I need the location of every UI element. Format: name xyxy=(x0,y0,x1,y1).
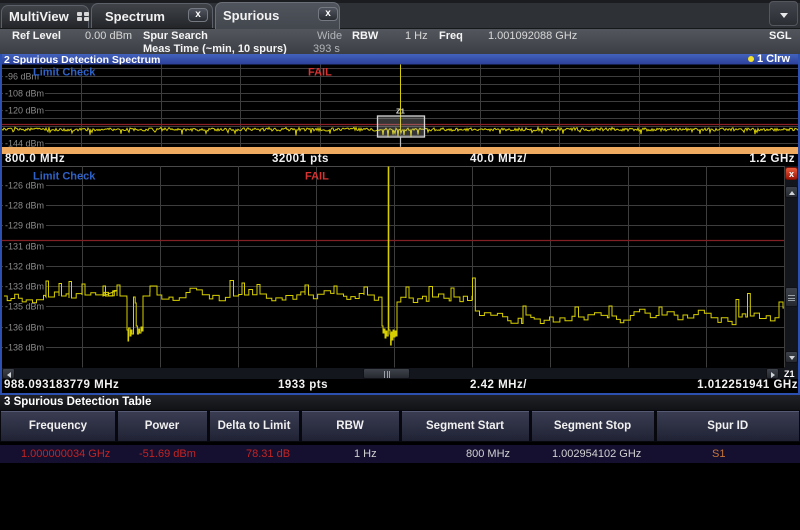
svg-text:Z1: Z1 xyxy=(396,107,405,116)
svg-text:-128 dBm: -128 dBm xyxy=(5,201,44,211)
svg-text:-120 dBm: -120 dBm xyxy=(5,106,44,116)
svg-text:FAIL: FAIL xyxy=(305,171,329,183)
svg-text:-138 dBm: -138 dBm xyxy=(5,343,44,353)
svg-text:-132 dBm: -132 dBm xyxy=(5,262,44,272)
svg-text:-135 dBm: -135 dBm xyxy=(5,302,44,312)
svg-text:-133 dBm: -133 dBm xyxy=(5,282,44,292)
svg-text:-129 dBm: -129 dBm xyxy=(5,221,44,231)
svg-text:Limit Check: Limit Check xyxy=(33,171,96,183)
svg-text:FAIL: FAIL xyxy=(308,67,332,79)
svg-text:Limit Check: Limit Check xyxy=(33,67,96,79)
svg-text:-108 dBm: -108 dBm xyxy=(5,89,44,99)
svg-text:-131 dBm: -131 dBm xyxy=(5,242,44,252)
svg-text:-136 dBm: -136 dBm xyxy=(5,323,44,333)
